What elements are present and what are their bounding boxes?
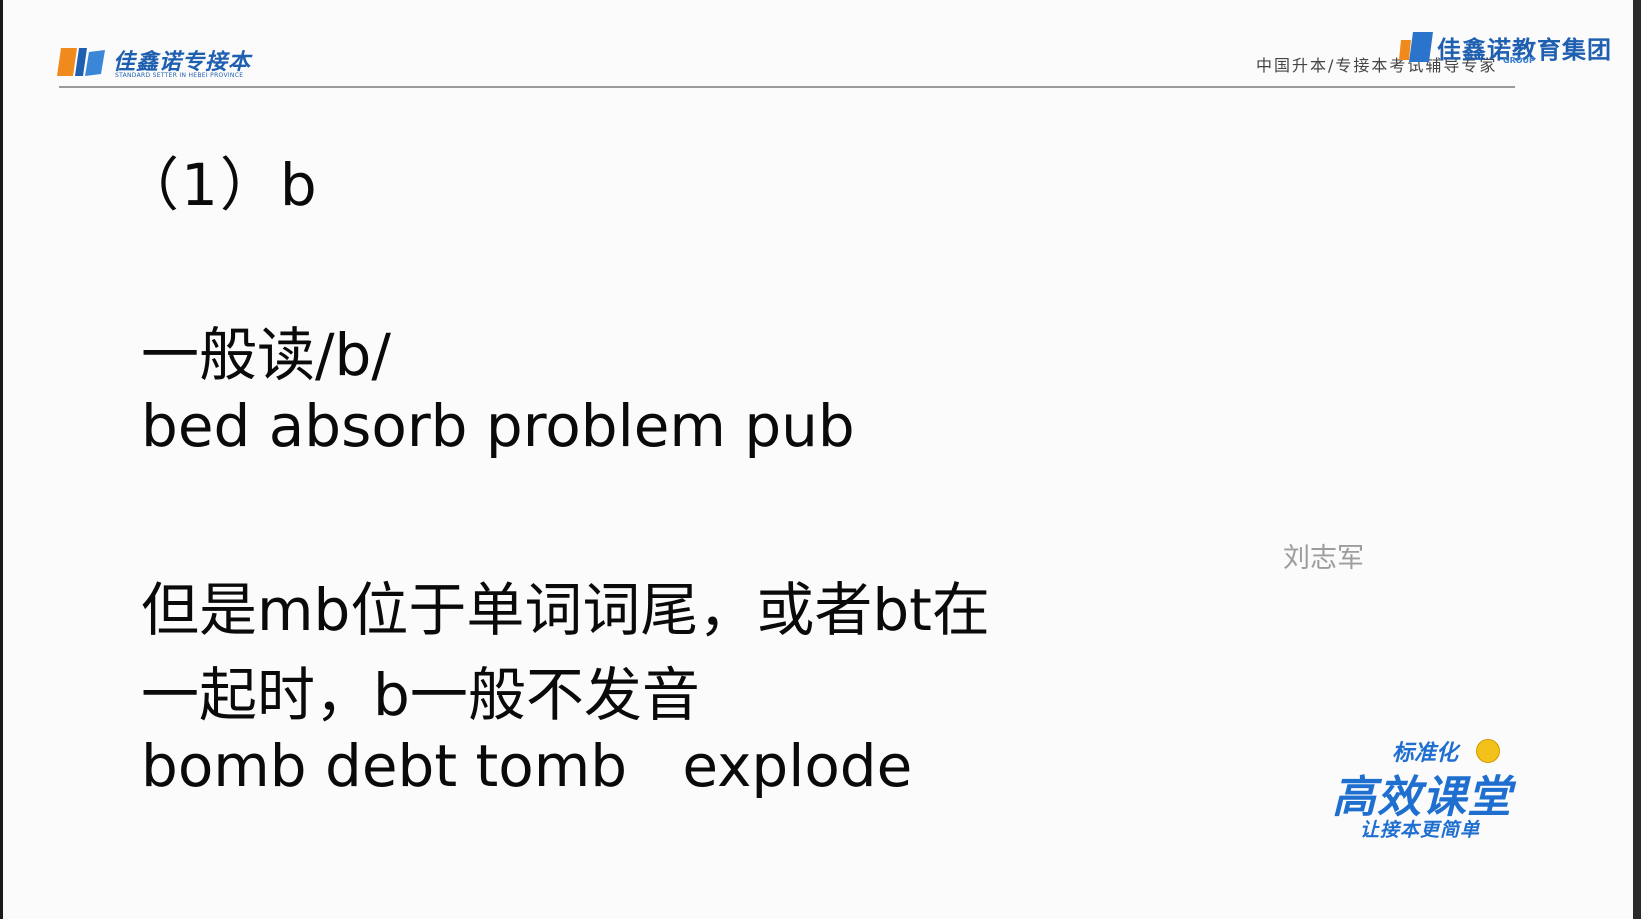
content-line: bed absorb problem pub: [141, 392, 855, 460]
badge-bottom-text: 让接本更简单: [1360, 819, 1481, 841]
coin-icon: [1476, 739, 1500, 763]
window-edge: [1633, 0, 1641, 919]
jiaxinnuo-group-logo-icon: [1399, 32, 1433, 62]
content-line: bomb debt tomb explode: [141, 732, 913, 800]
brand-subtitle-left: STANDARD SETTER IN HEBEI PROVINCE: [115, 72, 244, 79]
brand-english-right: GROUP: [1503, 56, 1535, 65]
brand-logo-right: 中国升本/专接本考试辅导专家 佳鑫诺教育集团 GROUP: [1256, 28, 1611, 78]
section-heading: （1）b: [121, 151, 319, 219]
jiaxinnuo-logo-icon: [57, 48, 105, 76]
slide: 佳鑫诺专接本 STANDARD SETTER IN HEBEI PROVINCE…: [3, 0, 1633, 919]
course-badge: 标准化 高效课堂 让接本更简单: [1328, 735, 1528, 845]
content-line: 一般读/b/: [141, 321, 391, 389]
content-line: 一起时，b一般不发音: [141, 661, 700, 729]
content-line: 但是mb位于单词词尾，或者bt在: [141, 576, 990, 644]
teacher-watermark: 刘志军: [1283, 543, 1364, 574]
header-divider: [59, 86, 1515, 88]
